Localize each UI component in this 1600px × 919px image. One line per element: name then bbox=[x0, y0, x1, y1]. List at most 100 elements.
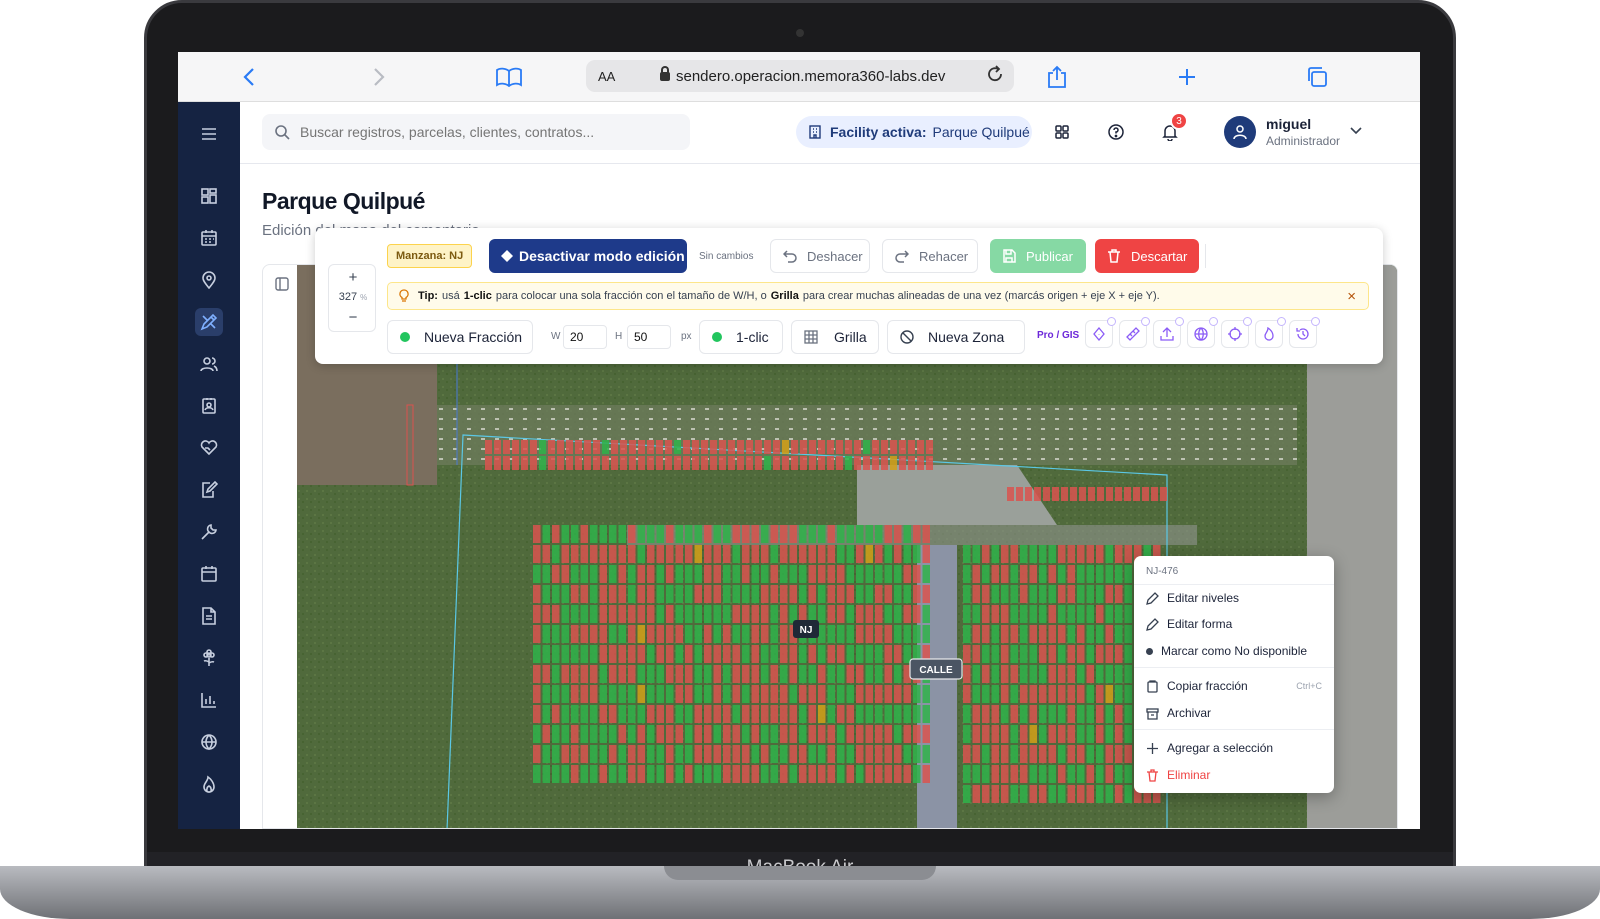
plot-cell[interactable] bbox=[963, 785, 971, 803]
plot-cell[interactable] bbox=[865, 765, 874, 783]
plot-cell[interactable] bbox=[854, 456, 861, 470]
plot-cell[interactable] bbox=[884, 605, 893, 623]
plot-cell[interactable] bbox=[808, 545, 817, 563]
plot-cell[interactable] bbox=[827, 585, 836, 603]
plot-cell[interactable] bbox=[884, 665, 893, 683]
plot-cell[interactable] bbox=[599, 665, 608, 683]
plot-cell[interactable] bbox=[856, 685, 864, 703]
plot-cell[interactable] bbox=[856, 525, 864, 543]
plot-cell[interactable] bbox=[542, 565, 551, 583]
plot-cell[interactable] bbox=[780, 605, 788, 623]
plot-cell[interactable] bbox=[713, 725, 722, 743]
plot-cell[interactable] bbox=[865, 665, 874, 683]
plot-cell[interactable] bbox=[580, 585, 589, 603]
plot-cell[interactable] bbox=[584, 456, 591, 470]
plot-cell[interactable] bbox=[827, 525, 836, 543]
plot-cell[interactable] bbox=[1086, 545, 1095, 563]
plot-cell[interactable] bbox=[1115, 745, 1123, 763]
plot-cell[interactable] bbox=[1142, 487, 1149, 501]
plot-cell[interactable] bbox=[1088, 487, 1095, 501]
plot-cell[interactable] bbox=[1039, 565, 1047, 583]
plot-cell[interactable] bbox=[991, 685, 1000, 703]
plot-cell[interactable] bbox=[580, 725, 589, 743]
upload-icon[interactable] bbox=[1153, 317, 1184, 348]
plot-cell[interactable] bbox=[723, 685, 731, 703]
plot-cell[interactable] bbox=[1039, 605, 1047, 623]
plot-cell[interactable] bbox=[1020, 545, 1028, 563]
plot-cell[interactable] bbox=[542, 625, 551, 643]
plot-cell[interactable] bbox=[818, 645, 826, 663]
plot-cell[interactable] bbox=[770, 605, 779, 623]
new-zone-button[interactable]: Nueva Zona bbox=[887, 320, 1025, 354]
plot-cell[interactable] bbox=[557, 440, 564, 454]
plot-cell[interactable] bbox=[903, 685, 912, 703]
plot-cell[interactable] bbox=[982, 705, 990, 723]
plot-cell[interactable] bbox=[561, 585, 570, 603]
plot-cell[interactable] bbox=[1124, 565, 1133, 583]
plot-cell[interactable] bbox=[742, 645, 750, 663]
plot-cell[interactable] bbox=[846, 585, 855, 603]
plot-cell[interactable] bbox=[1039, 625, 1047, 643]
plot-cell[interactable] bbox=[761, 625, 769, 643]
plot-cell[interactable] bbox=[875, 585, 883, 603]
plot-cell[interactable] bbox=[865, 565, 874, 583]
plot-cell[interactable] bbox=[770, 725, 779, 743]
facility-selector[interactable]: Facility activa: Parque Quilpué bbox=[796, 116, 1032, 148]
plot-cell[interactable] bbox=[609, 645, 617, 663]
plot-cell[interactable] bbox=[845, 456, 852, 470]
plot-cell[interactable] bbox=[685, 545, 693, 563]
plot-cell[interactable] bbox=[908, 440, 915, 454]
plot-cell[interactable] bbox=[542, 765, 551, 783]
plot-cell[interactable] bbox=[1001, 685, 1009, 703]
plot-cell[interactable] bbox=[1048, 545, 1057, 563]
plot-cell[interactable] bbox=[666, 565, 674, 583]
plot-cell[interactable] bbox=[713, 685, 722, 703]
plot-cell[interactable] bbox=[799, 565, 807, 583]
plot-cell[interactable] bbox=[533, 705, 541, 723]
plot-cell[interactable] bbox=[963, 665, 971, 683]
plot-cell[interactable] bbox=[1058, 685, 1066, 703]
plot-cell[interactable] bbox=[637, 605, 646, 623]
plot-cell[interactable] bbox=[713, 705, 722, 723]
plot-cell[interactable] bbox=[1096, 585, 1104, 603]
plot-cell[interactable] bbox=[818, 545, 826, 563]
plot-cell[interactable] bbox=[1096, 685, 1104, 703]
plot-cell[interactable] bbox=[533, 545, 541, 563]
plot-cell[interactable] bbox=[761, 545, 769, 563]
plot-cell[interactable] bbox=[854, 440, 861, 454]
redo-button[interactable]: Rehacer bbox=[882, 239, 978, 273]
plot-cell[interactable] bbox=[1010, 665, 1019, 683]
plot-cell[interactable] bbox=[837, 685, 845, 703]
plot-cell[interactable] bbox=[1039, 645, 1047, 663]
plot-cell[interactable] bbox=[865, 705, 874, 723]
plot-cell[interactable] bbox=[1096, 725, 1104, 743]
plot-cell[interactable] bbox=[1096, 645, 1104, 663]
plot-cell[interactable] bbox=[590, 665, 598, 683]
plot-cell[interactable] bbox=[903, 765, 912, 783]
plot-cell[interactable] bbox=[894, 725, 902, 743]
publish-button[interactable]: Publicar bbox=[990, 239, 1086, 273]
plot-cell[interactable] bbox=[1077, 685, 1085, 703]
plot-cell[interactable] bbox=[1115, 705, 1123, 723]
plot-cell[interactable] bbox=[773, 440, 780, 454]
plot-cell[interactable] bbox=[609, 705, 617, 723]
plot-cell[interactable] bbox=[638, 456, 645, 470]
plot-cell[interactable] bbox=[552, 765, 560, 783]
plot-cell[interactable] bbox=[539, 440, 546, 454]
plot-cell[interactable] bbox=[856, 585, 864, 603]
plot-cell[interactable] bbox=[656, 605, 665, 623]
plot-cell[interactable] bbox=[837, 525, 845, 543]
plot-cell[interactable] bbox=[618, 745, 627, 763]
plot-cell[interactable] bbox=[863, 440, 870, 454]
plot-cell[interactable] bbox=[1077, 645, 1085, 663]
plot-cell[interactable] bbox=[1067, 665, 1076, 683]
plot-cell[interactable] bbox=[922, 725, 931, 743]
plot-cell[interactable] bbox=[972, 785, 981, 803]
plot-cell[interactable] bbox=[561, 645, 570, 663]
plot-cell[interactable] bbox=[1124, 665, 1133, 683]
plot-cell[interactable] bbox=[1010, 625, 1019, 643]
plot-cell[interactable] bbox=[704, 645, 712, 663]
plot-cell[interactable] bbox=[1096, 565, 1104, 583]
plot-cell[interactable] bbox=[665, 440, 672, 454]
plot-cell[interactable] bbox=[1016, 487, 1023, 501]
